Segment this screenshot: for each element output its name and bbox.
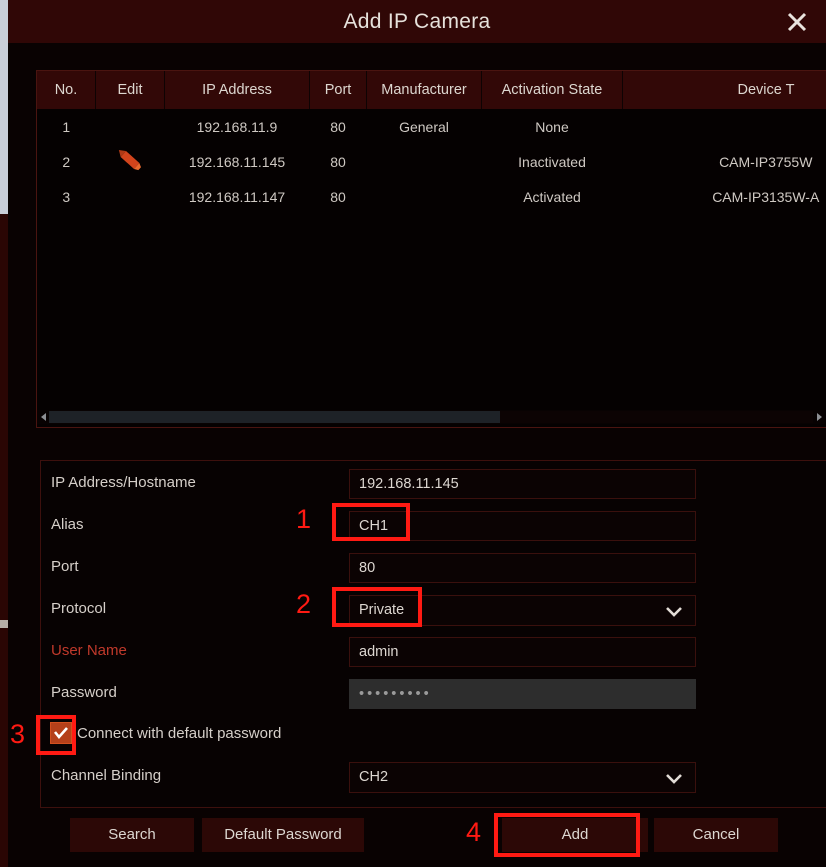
form-row-channel-binding: Channel Binding CH2 bbox=[41, 756, 826, 796]
label-protocol: Protocol bbox=[51, 600, 107, 617]
form-row-user-name: User Name admin bbox=[41, 631, 826, 671]
table-horizontal-scrollbar[interactable] bbox=[37, 410, 825, 424]
cell-device-type: CAM-IP3135W-A bbox=[622, 179, 826, 214]
cell-device-type bbox=[622, 109, 826, 144]
cell-manufacturer bbox=[366, 179, 482, 214]
column-header-manufacturer[interactable]: Manufacturer bbox=[366, 71, 482, 109]
cell-no: 3 bbox=[37, 179, 96, 214]
column-header-port[interactable]: Port bbox=[309, 71, 367, 109]
close-icon[interactable] bbox=[782, 7, 812, 37]
cancel-button[interactable]: Cancel bbox=[654, 818, 778, 852]
cell-port: 80 bbox=[309, 179, 367, 214]
cell-activation-state: None bbox=[481, 109, 623, 144]
label-user-name: User Name bbox=[51, 642, 127, 659]
user-name-input[interactable]: admin bbox=[349, 637, 696, 667]
table-row[interactable]: 3 192.168.11.147 80 Activated CAM-IP3135… bbox=[37, 179, 826, 214]
cell-ip-address: 192.168.11.9 bbox=[164, 109, 310, 144]
form-row-password: Password ••••••••• bbox=[41, 673, 826, 713]
form-row-alias: Alias CH1 bbox=[41, 505, 826, 545]
cell-no: 2 bbox=[37, 144, 96, 179]
cell-manufacturer bbox=[366, 144, 482, 179]
cell-activation-state: Activated bbox=[481, 179, 623, 214]
label-password: Password bbox=[51, 684, 117, 701]
column-header-activation-state[interactable]: Activation State bbox=[481, 71, 623, 109]
add-button[interactable]: Add bbox=[502, 818, 648, 852]
connect-with-default-password-checkbox[interactable] bbox=[50, 722, 72, 744]
form-row-ip-address: IP Address/Hostname 192.168.11.145 bbox=[41, 463, 826, 503]
cell-edit[interactable] bbox=[95, 109, 165, 144]
add-ip-camera-dialog: Add IP Camera No. Edit IP Address Port M… bbox=[8, 0, 826, 867]
channel-binding-select[interactable]: CH2 bbox=[349, 762, 696, 793]
label-port: Port bbox=[51, 558, 79, 575]
cell-device-type: CAM-IP3755W bbox=[622, 144, 826, 179]
triangle-left-icon[interactable] bbox=[37, 410, 49, 424]
ip-address-input[interactable]: 192.168.11.145 bbox=[349, 469, 696, 499]
search-button[interactable]: Search bbox=[70, 818, 194, 852]
checkmark-icon bbox=[53, 727, 68, 740]
camera-detail-form: IP Address/Hostname 192.168.11.145 Alias… bbox=[40, 460, 826, 808]
cell-edit[interactable] bbox=[95, 144, 165, 179]
cell-port: 80 bbox=[309, 109, 367, 144]
cell-ip-address: 192.168.11.147 bbox=[164, 179, 310, 214]
edit-pencil-icon[interactable] bbox=[113, 146, 147, 174]
channel-binding-selected-value: CH2 bbox=[359, 769, 389, 785]
dialog-title: Add IP Camera bbox=[343, 10, 491, 33]
triangle-right-icon[interactable] bbox=[813, 410, 825, 424]
scrollbar-track[interactable] bbox=[49, 411, 813, 423]
label-ip-address: IP Address/Hostname bbox=[51, 474, 196, 491]
cell-port: 80 bbox=[309, 144, 367, 179]
column-header-no[interactable]: No. bbox=[37, 71, 96, 109]
label-channel-binding: Channel Binding bbox=[51, 767, 162, 784]
checkbox-label: Connect with default password bbox=[77, 725, 282, 742]
chevron-down-icon[interactable] bbox=[665, 605, 683, 617]
camera-list-panel: No. Edit IP Address Port Manufacturer Ac… bbox=[36, 70, 826, 428]
default-password-button[interactable]: Default Password bbox=[202, 818, 364, 852]
table-row[interactable]: 2 192.168.11.145 80 Inactivated CAM-IP37… bbox=[37, 144, 826, 179]
label-alias: Alias bbox=[51, 516, 84, 533]
scrollbar-thumb[interactable] bbox=[49, 411, 500, 423]
camera-list-table: No. Edit IP Address Port Manufacturer Ac… bbox=[37, 71, 826, 214]
port-input[interactable]: 80 bbox=[349, 553, 696, 583]
column-header-edit[interactable]: Edit bbox=[95, 71, 165, 109]
form-row-protocol: Protocol Private bbox=[41, 589, 826, 629]
cell-activation-state: Inactivated bbox=[481, 144, 623, 179]
dialog-titlebar: Add IP Camera bbox=[8, 0, 826, 43]
cell-manufacturer: General bbox=[366, 109, 482, 144]
column-header-ip-address[interactable]: IP Address bbox=[164, 71, 310, 109]
password-input[interactable]: ••••••••• bbox=[349, 679, 696, 709]
cell-edit[interactable] bbox=[95, 179, 165, 214]
column-header-device-type[interactable]: Device T bbox=[622, 71, 826, 109]
cell-ip-address: 192.168.11.145 bbox=[164, 144, 310, 179]
form-row-default-password: Connect with default password bbox=[41, 714, 826, 754]
protocol-select[interactable]: Private bbox=[349, 595, 696, 626]
protocol-selected-value: Private bbox=[359, 602, 405, 618]
alias-input[interactable]: CH1 bbox=[349, 511, 696, 541]
cell-no: 1 bbox=[37, 109, 96, 144]
table-row[interactable]: 1 192.168.11.9 80 General None bbox=[37, 109, 826, 144]
chevron-down-icon[interactable] bbox=[665, 772, 683, 784]
table-header-row: No. Edit IP Address Port Manufacturer Ac… bbox=[37, 71, 826, 109]
form-row-port: Port 80 bbox=[41, 547, 826, 587]
